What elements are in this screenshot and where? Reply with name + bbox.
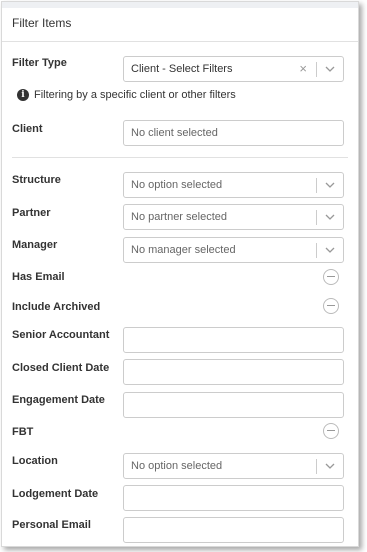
lodgement-date-label: Lodgement Date	[12, 488, 99, 500]
chevron-down-icon[interactable]	[324, 63, 336, 75]
fbt-label: FBT	[12, 426, 34, 438]
fbt-toggle[interactable]	[323, 423, 339, 439]
structure-label: Structure	[12, 174, 61, 186]
personal-email-input[interactable]	[123, 517, 344, 543]
filter-type-value: Client - Select Filters	[131, 63, 233, 75]
has-email-toggle[interactable]	[323, 269, 339, 285]
engagement-date-input[interactable]	[123, 392, 344, 418]
include-archived-toggle[interactable]	[323, 298, 339, 314]
manager-select[interactable]: No manager selected	[123, 237, 344, 263]
client-label: Client	[12, 123, 43, 135]
structure-select[interactable]: No option selected	[123, 172, 344, 198]
partner-label: Partner	[12, 207, 51, 219]
chevron-down-icon[interactable]	[324, 244, 336, 256]
select-separator	[316, 62, 317, 77]
partner-select[interactable]: No partner selected	[123, 204, 344, 230]
location-select[interactable]: No option selected	[123, 453, 344, 479]
personal-email-label: Personal Email	[12, 519, 91, 531]
senior-accountant-input[interactable]	[123, 327, 344, 353]
engagement-date-label: Engagement Date	[12, 394, 105, 406]
panel-title: Filter Items	[12, 16, 72, 30]
closed-client-date-input[interactable]	[123, 359, 344, 385]
panel-header: Filter Items	[2, 8, 358, 42]
client-input[interactable]: No client selected	[123, 120, 344, 146]
include-archived-label: Include Archived	[12, 301, 101, 313]
chevron-down-icon[interactable]	[324, 179, 336, 191]
location-placeholder: No option selected	[131, 460, 223, 472]
filter-type-label: Filter Type	[12, 57, 67, 69]
info-circle-icon: i	[17, 89, 29, 101]
select-separator	[316, 178, 317, 193]
client-placeholder: No client selected	[131, 127, 218, 139]
close-icon[interactable]: ×	[299, 62, 307, 76]
structure-placeholder: No option selected	[131, 179, 223, 191]
manager-label: Manager	[12, 239, 58, 251]
has-email-label: Has Email	[12, 271, 65, 283]
manager-placeholder: No manager selected	[131, 244, 236, 256]
select-separator	[316, 243, 317, 258]
section-divider	[12, 157, 348, 158]
chevron-down-icon[interactable]	[324, 460, 336, 472]
senior-accountant-label: Senior Accountant	[12, 329, 110, 341]
filter-type-select[interactable]: Client - Select Filters ×	[123, 56, 344, 82]
closed-client-date-label: Closed Client Date	[12, 362, 110, 374]
lodgement-date-input[interactable]	[123, 485, 344, 511]
location-label: Location	[12, 455, 58, 467]
filter-items-panel: Filter Items Filter Type Client - Select…	[1, 1, 359, 547]
chevron-down-icon[interactable]	[324, 211, 336, 223]
select-separator	[316, 210, 317, 225]
select-separator	[316, 459, 317, 474]
partner-placeholder: No partner selected	[131, 211, 227, 223]
filter-type-info-text: Filtering by a specific client or other …	[34, 89, 236, 101]
